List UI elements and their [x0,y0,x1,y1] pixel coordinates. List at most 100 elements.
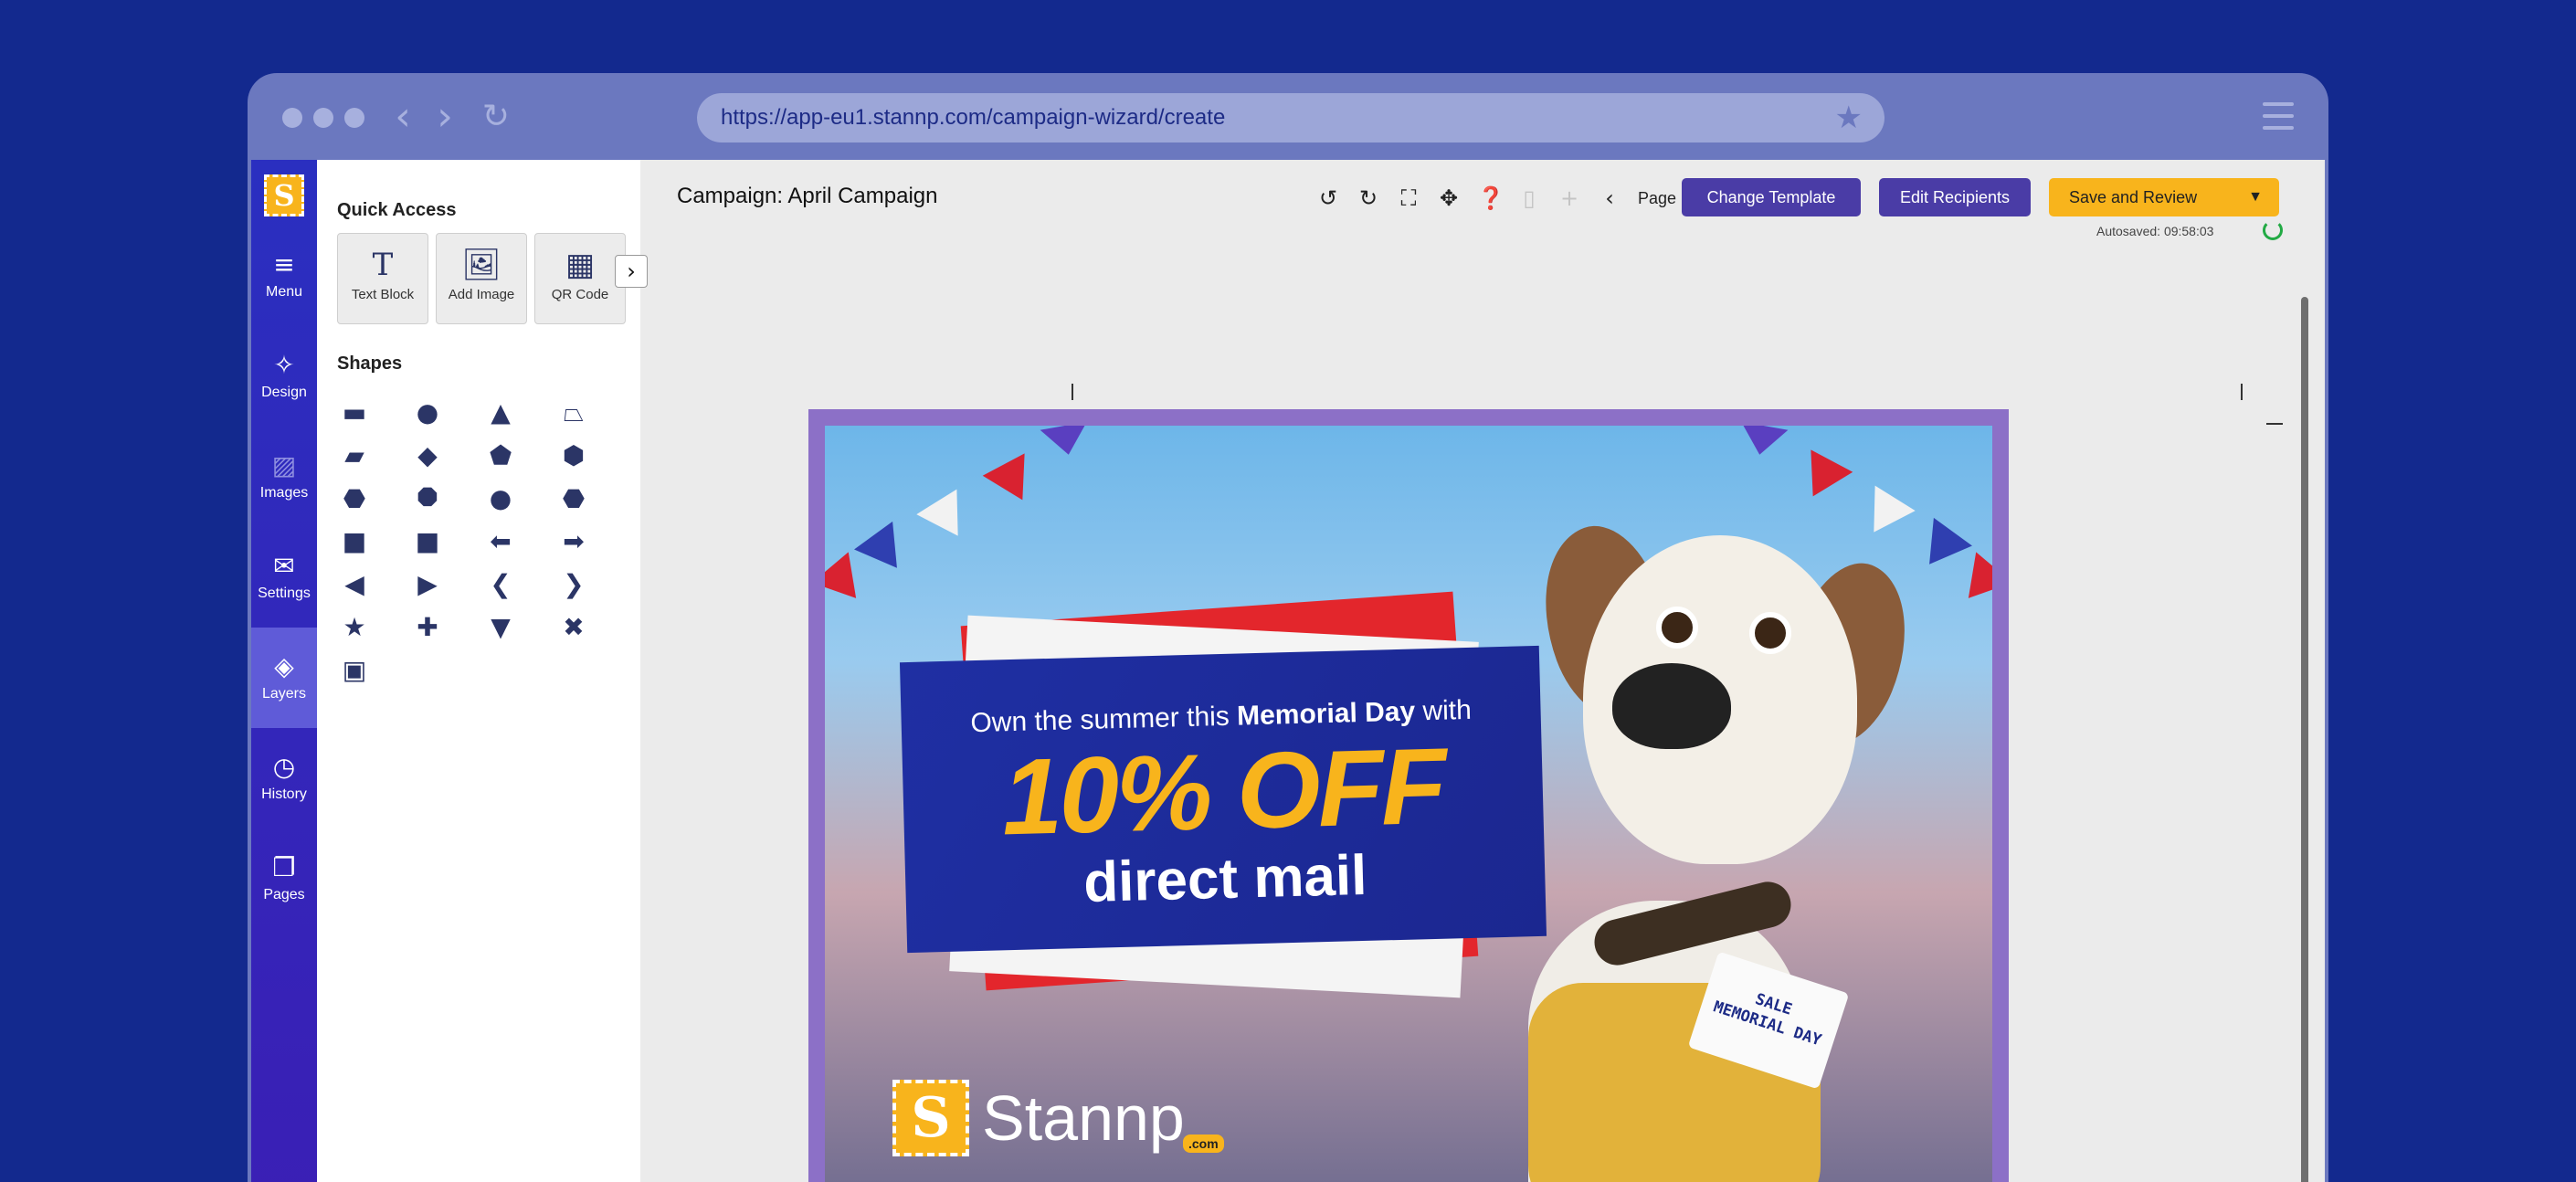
pennant-flag [1040,426,1093,459]
mail-settings-icon: ✉ [273,551,295,581]
rail-item-label: Settings [258,586,311,601]
postcard-canvas[interactable]: Own the summer this Memorial Day with 10… [808,409,2009,1182]
select-tool-icon[interactable]: ✥ [1437,185,1461,211]
shapes-title: Shapes [337,354,403,374]
decagon-shape[interactable]: ⬣ [560,485,587,512]
tag-right-shape[interactable]: ▶ [414,571,441,598]
pennant-flag [1853,485,1916,545]
trapezoid-shape[interactable]: ⏢ [560,399,587,427]
browser-window: ‹ › ↻ https://app-eu1.stannp.com/campaig… [248,73,2328,1182]
vertical-scrollbar[interactable] [2301,297,2308,1182]
browser-menu-icon[interactable] [2263,102,2294,130]
rail-item-label: Design [261,385,307,400]
offer-headline: 10% OFF [1000,725,1446,859]
reload-icon[interactable]: ↻ [478,99,514,135]
edit-recipients-button[interactable]: Edit Recipients [1879,178,2031,216]
qr-code-button[interactable]: ▦ QR Code [534,233,626,324]
rectangle-shape[interactable]: ▬ [341,399,368,427]
postcard-artwork: Own the summer this Memorial Day with 10… [825,426,1992,1182]
hexagon-shape[interactable]: ⬢ [560,442,587,470]
delete-icon[interactable]: ▯ [1517,185,1541,211]
rail-item-label: Images [259,485,309,501]
cross-shape[interactable]: ✚ [414,614,441,641]
stannp-logo[interactable]: S [264,174,304,216]
forward-icon[interactable]: › [427,97,463,137]
window-controls [282,108,364,128]
rail-item-menu[interactable]: ≡ Menu [251,226,317,326]
circle-shape[interactable]: ● [414,399,441,427]
back-icon[interactable]: ‹ [385,97,421,137]
star-shape[interactable]: ★ [341,614,368,641]
stannp-brand: S Stannp .com [892,1080,1224,1156]
crop-mark [2241,384,2243,400]
add-image-button[interactable]: 🖼 Add Image [436,233,527,324]
help-icon[interactable]: ❓ [1477,185,1504,211]
text-block-label: Text Block [351,287,415,302]
rounded-square-shape[interactable]: ■ [341,528,368,555]
offer-banner[interactable]: Own the summer this Memorial Day with 10… [899,645,1547,954]
arrow-right-shape[interactable]: ➡ [560,528,587,555]
text-block-button[interactable]: T Text Block [337,233,428,324]
browser-titlebar: ‹ › ↻ https://app-eu1.stannp.com/campaig… [248,73,2328,160]
add-icon[interactable]: + [1557,185,1581,211]
rail-item-label: History [261,786,307,802]
nav-rail: S ≡ Menu ✧ Design ▨ Images ✉ Settings ◈ … [251,160,317,1182]
x-shape[interactable]: ✖ [560,614,587,641]
text-icon: T [372,247,394,283]
undo-icon[interactable]: ↺ [1316,185,1340,211]
crop-mark [2266,423,2283,425]
chevron-left-shape[interactable]: ❮ [487,571,514,598]
triangle-shape[interactable]: ▲ [487,399,514,427]
frame-shape[interactable]: ▣ [341,657,368,684]
prev-page-icon[interactable]: ‹ [1598,185,1621,211]
pages-icon: ❐ [272,852,296,882]
campaign-title: Campaign: April Campaign [677,184,938,208]
window-dot-icon[interactable] [282,108,302,128]
rail-item-images[interactable]: ▨ Images [251,427,317,527]
rail-item-pages[interactable]: ❐ Pages [251,828,317,929]
change-template-button[interactable]: Change Template [1682,178,1861,216]
quick-access-panel: Quick Access T Text Block 🖼 Add Image ▦ … [317,160,640,1182]
rail-item-label: Menu [265,284,303,300]
chevron-down-icon[interactable]: ▼ [2248,178,2263,216]
saving-spinner-icon [2263,220,2283,240]
plaque-shape[interactable]: ■ [414,528,441,555]
tag-left-shape[interactable]: ◀ [341,571,368,598]
arrow-left-shape[interactable]: ⬅ [487,528,514,555]
bookmark-star-icon[interactable]: ★ [1835,93,1863,142]
diamond-shape[interactable]: ◆ [414,442,441,470]
dog-nose [1612,663,1731,749]
speech-bubble-shape[interactable]: ▼ [487,614,514,641]
parallelogram-shape[interactable]: ▰ [341,442,368,470]
redo-icon[interactable]: ↻ [1357,185,1380,211]
url-text: https://app-eu1.stannp.com/campaign-wiza… [721,105,1226,130]
clock-icon: ◷ [272,752,296,782]
dog-eye-right [1749,612,1791,654]
brand-tld: .com [1183,1135,1224,1153]
pentagon-shape[interactable]: ⬟ [487,442,514,470]
rail-item-layers[interactable]: ◈ Layers [251,628,317,728]
rail-item-settings[interactable]: ✉ Settings [251,527,317,628]
dog-eye-left [1656,607,1698,649]
crop-mark [1072,384,1073,400]
menu-icon: ≡ [273,249,295,280]
nonagon-shape[interactable]: ● [487,485,514,512]
stannp-logo: S [892,1080,969,1156]
save-review-button[interactable]: Save and Review ▼ [2049,178,2279,216]
fit-screen-icon[interactable]: ⛶ [1397,185,1420,211]
qr-code-icon: ▦ [565,247,596,283]
heptagon-shape[interactable]: ⬣ [341,485,368,512]
offer-subline: direct mail [1082,843,1368,915]
url-bar[interactable]: https://app-eu1.stannp.com/campaign-wiza… [697,93,1884,142]
window-dot-icon[interactable] [313,108,333,128]
rail-item-design[interactable]: ✧ Design [251,326,317,427]
chevron-right-shape[interactable]: ❯ [560,571,587,598]
octagon-shape[interactable]: ⯃ [414,485,441,512]
pennant-flag [1736,426,1789,459]
pennant-flag [1791,449,1853,508]
rail-item-label: Layers [261,686,307,702]
autosave-status: Autosaved: 09:58:03 [2096,224,2214,238]
pennant-flag [982,453,1044,512]
rail-item-history[interactable]: ◷ History [251,728,317,828]
window-dot-icon[interactable] [344,108,364,128]
